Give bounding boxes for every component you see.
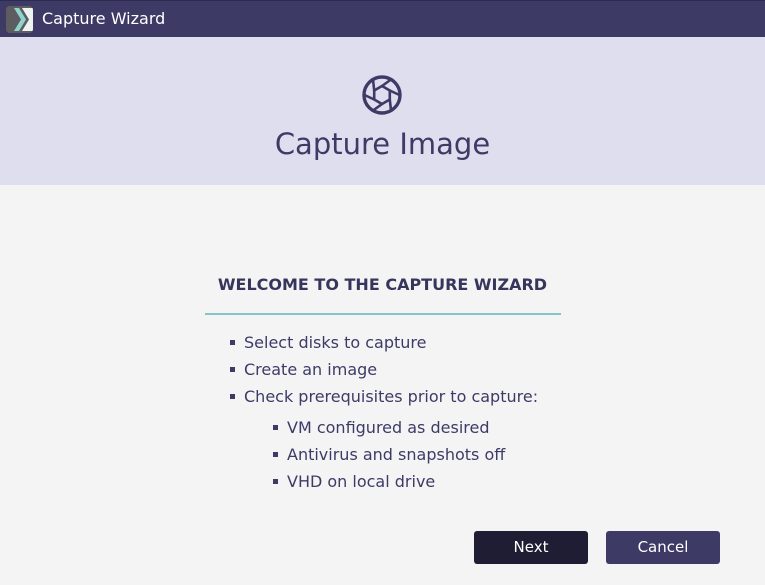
bullet-icon — [230, 394, 235, 399]
welcome-heading: WELCOME TO THE CAPTURE WIZARD — [217, 275, 548, 294]
bullet-icon — [273, 452, 278, 457]
steps-list: Select disks to capture Create an image … — [230, 331, 538, 412]
window-title: Capture Wizard — [42, 9, 166, 28]
step-text: Check prerequisites prior to capture: — [244, 387, 539, 406]
list-item: Create an image — [230, 358, 538, 385]
list-item: VHD on local drive — [273, 470, 505, 497]
wizard-app-icon — [6, 6, 33, 33]
prerequisite-text: VHD on local drive — [287, 472, 436, 491]
bullet-icon — [273, 479, 278, 484]
bullet-icon — [273, 425, 278, 430]
bullet-icon — [230, 367, 235, 372]
prerequisite-text: Antivirus and snapshots off — [287, 445, 506, 464]
heading-divider — [205, 313, 561, 315]
list-item: VM configured as desired — [273, 416, 505, 443]
title-bar[interactable]: Capture Wizard — [0, 0, 765, 37]
prerequisite-text: VM configured as desired — [287, 418, 490, 437]
page-title: Capture Image — [274, 127, 491, 161]
prerequisites-list: VM configured as desired Antivirus and s… — [273, 416, 505, 497]
bullet-icon — [230, 340, 235, 345]
camera-shutter-icon — [361, 74, 403, 116]
step-text: Create an image — [244, 360, 378, 379]
list-item: Select disks to capture — [230, 331, 538, 358]
list-item: Antivirus and snapshots off — [273, 443, 505, 470]
step-text: Select disks to capture — [244, 333, 427, 352]
capture-wizard-window: Capture Wizard Capture Image WELCOME TO … — [0, 0, 765, 585]
list-item: Check prerequisites prior to capture: — [230, 385, 538, 412]
cancel-button[interactable]: Cancel — [606, 531, 720, 564]
next-button[interactable]: Next — [474, 531, 588, 564]
